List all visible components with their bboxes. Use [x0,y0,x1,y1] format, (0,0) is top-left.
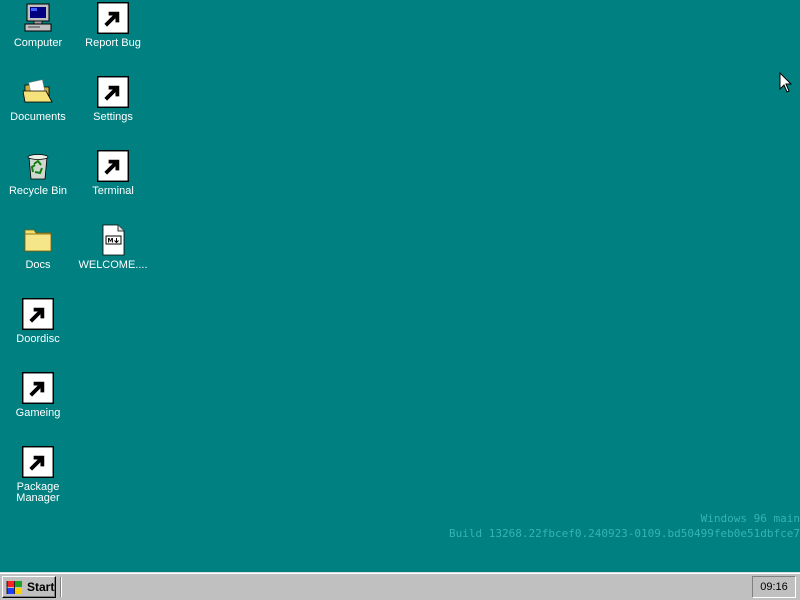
taskbar-separator [60,577,62,597]
windows-logo-icon [6,581,22,594]
icon-label: Docs [25,259,51,271]
desktop-icon-doordisc[interactable]: Doordisc [0,298,76,345]
svg-text:M: M [108,238,114,245]
icon-label: Doordisc [16,333,60,345]
desktop-icon-documents[interactable]: Documents [0,76,76,123]
desktop-icon-welcome[interactable]: M WELCOME.... [75,224,151,271]
markdown-file-icon: M [97,224,129,256]
shortcut-arrow-icon [97,2,129,34]
game-cube-icon [22,372,54,404]
icon-label: Recycle Bin [8,185,68,197]
desktop-icon-settings[interactable]: Settings [75,76,151,123]
icon-label: Gameing [15,407,61,419]
icon-label: Settings [93,111,133,123]
doordisc-icon [22,298,54,330]
desktop-icon-computer[interactable]: Computer [0,2,76,49]
settings-folder-icon [97,76,129,108]
watermark-os-name: Windows 96 main [700,512,800,525]
desktop-icon-docs[interactable]: Docs [0,224,76,271]
system-tray-clock[interactable]: 09:16 [752,576,796,598]
shortcut-arrow-icon [22,372,54,404]
mouse-cursor-icon [779,72,793,93]
package-manager-icon [22,446,54,478]
shortcut-arrow-icon [97,150,129,182]
icon-label: Computer [13,37,63,49]
computer-icon [22,2,54,34]
shortcut-arrow-icon [22,298,54,330]
icon-label: Terminal [92,185,134,197]
icon-label: WELCOME.... [78,259,148,271]
build-watermark: Windows 96 main Build 13268.22fbcef0.240… [449,511,800,541]
desktop-icon-package-manager[interactable]: Package Manager [0,446,76,504]
shortcut-arrow-icon [97,76,129,108]
desktop[interactable]: Computer Documents Recycle Bin Docs Door… [0,0,800,572]
desktop-icon-recycle-bin[interactable]: Recycle Bin [0,150,76,197]
desktop-icon-report-bug[interactable]: Report Bug [75,2,151,49]
open-folder-icon [22,76,54,108]
start-button[interactable]: Start [2,576,56,598]
taskbar: Start 09:16 [0,572,800,600]
recycle-bin-icon [22,150,54,182]
clock-text: 09:16 [760,581,788,593]
icon-label: Documents [10,111,66,123]
icon-label: Report Bug [85,37,141,49]
folder-icon [22,224,54,256]
desktop-icon-terminal[interactable]: C:\# Terminal [75,150,151,197]
desktop-icon-gameing[interactable]: Gameing [0,372,76,419]
shortcut-arrow-icon [22,446,54,478]
start-label: Start [27,580,55,594]
watermark-build: Build 13268.22fbcef0.240923-0109.bd50499… [449,527,800,540]
report-bug-icon [97,2,129,34]
icon-label: Package Manager [16,481,60,504]
terminal-icon: C:\# [97,150,129,182]
